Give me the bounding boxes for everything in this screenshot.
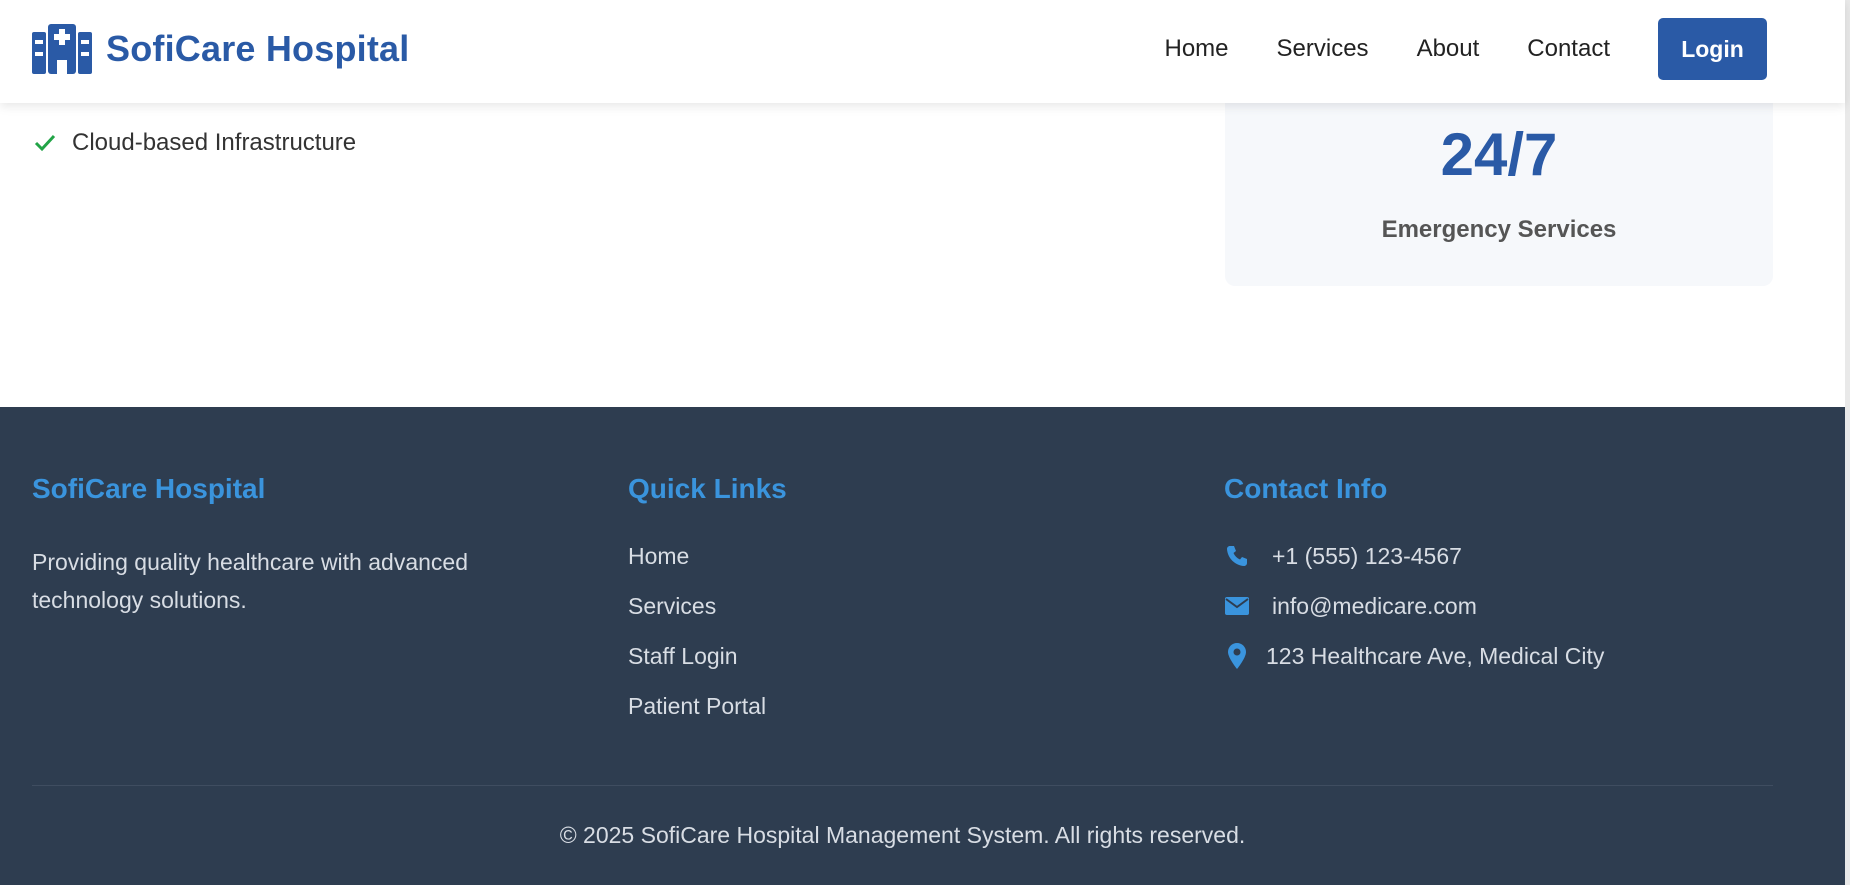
footer-about-title: SofiCare Hospital: [32, 473, 266, 504]
nav-contact[interactable]: Contact: [1527, 35, 1610, 63]
main-nav: Home Services About Contact Login: [1165, 18, 1767, 80]
envelope-icon: [1224, 593, 1250, 619]
check-icon: [32, 130, 58, 156]
footer-link-home[interactable]: Home: [628, 543, 787, 593]
hospital-icon: [32, 24, 92, 74]
footer-copyright: © 2025 SofiCare Hospital Management Syst…: [559, 822, 1246, 848]
contact-email-text: info@medicare.com: [1272, 592, 1477, 619]
site-header: SofiCare Hospital Home Services About Co…: [0, 0, 1845, 103]
footer-link-staff-login[interactable]: Staff Login: [628, 643, 787, 693]
brand-name: SofiCare Hospital: [106, 28, 410, 69]
footer-about-text: Providing quality healthcare with advanc…: [32, 549, 468, 613]
footer-link-services[interactable]: Services: [628, 593, 787, 643]
contact-email: info@medicare.com: [1224, 581, 1604, 631]
feature-label: Cloud-based Infrastructure: [72, 129, 357, 156]
footer-contact: Contact Info +1 (555) 123-4567 info@medi…: [1224, 473, 1604, 681]
nav-home[interactable]: Home: [1165, 35, 1229, 63]
footer-quick-links: Quick Links Home Services Staff Login Pa…: [628, 473, 787, 743]
contact-address-text: 123 Healthcare Ave, Medical City: [1266, 642, 1605, 669]
contact-phone-text: +1 (555) 123-4567: [1272, 542, 1462, 569]
stat-number: 24/7: [1440, 121, 1558, 188]
contact-phone: +1 (555) 123-4567: [1224, 531, 1604, 581]
footer-divider: [32, 785, 1773, 786]
footer-about: SofiCare Hospital Providing quality heal…: [32, 473, 532, 619]
footer-links-title: Quick Links: [628, 473, 787, 504]
footer-contact-title: Contact Info: [1224, 473, 1388, 504]
site-footer: SofiCare Hospital Providing quality heal…: [0, 407, 1845, 885]
stat-label: Emergency Services: [1381, 216, 1617, 243]
nav-about[interactable]: About: [1417, 35, 1480, 63]
nav-services[interactable]: Services: [1277, 35, 1369, 63]
contact-address: 123 Healthcare Ave, Medical City: [1224, 631, 1604, 681]
footer-link-patient-portal[interactable]: Patient Portal: [628, 693, 787, 743]
page-scrollbar[interactable]: [1845, 0, 1850, 885]
phone-icon: [1224, 543, 1250, 569]
feature-item: Cloud-based Infrastructure: [32, 118, 356, 168]
login-button[interactable]: Login: [1658, 18, 1767, 80]
map-pin-icon: [1224, 643, 1250, 669]
brand-logo[interactable]: SofiCare Hospital: [32, 24, 409, 74]
